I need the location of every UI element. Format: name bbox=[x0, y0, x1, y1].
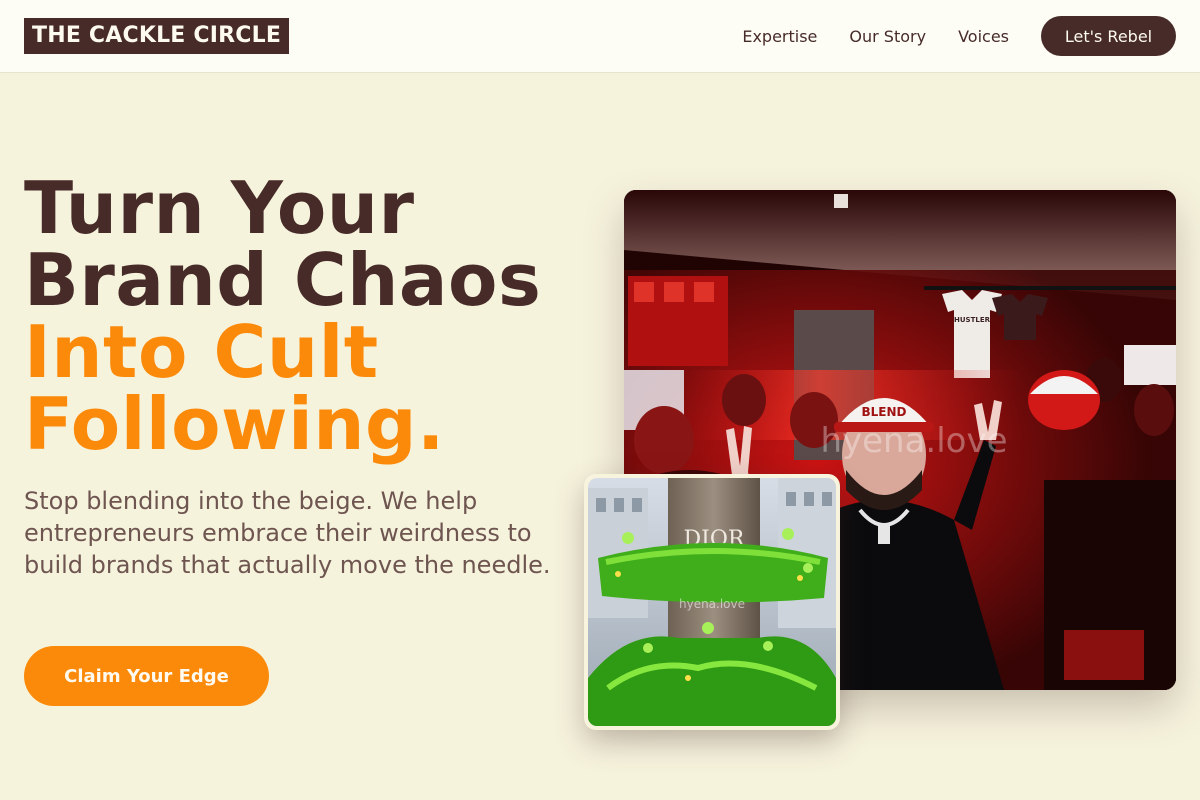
claim-your-edge-button[interactable]: Claim Your Edge bbox=[24, 646, 269, 706]
hero-title-accent-line-1: Into Cult bbox=[24, 310, 379, 394]
hero-title-line-1: Turn Your bbox=[24, 166, 415, 250]
nav-link-our-story[interactable]: Our Story bbox=[849, 27, 926, 46]
site-header: THE CACKLE CIRCLE Expertise Our Story Vo… bbox=[0, 0, 1200, 73]
hero-title-line-2: Brand Chaos bbox=[24, 238, 542, 322]
main-nav: Expertise Our Story Voices Let's Rebel bbox=[742, 0, 1176, 72]
shirt-print-text: HUSTLER bbox=[954, 316, 991, 324]
small-photo-watermark: hyena.love bbox=[679, 597, 745, 611]
lets-rebel-button[interactable]: Let's Rebel bbox=[1041, 16, 1176, 56]
nav-link-voices[interactable]: Voices bbox=[958, 27, 1009, 46]
main-photo-watermark: hyena.love bbox=[820, 421, 1007, 461]
moss-tree-illustration: DIOR hyena.love bbox=[588, 478, 836, 726]
moss-tree-frame: DIOR hyena.love bbox=[588, 478, 836, 726]
site-logo[interactable]: THE CACKLE CIRCLE bbox=[24, 18, 290, 54]
nav-link-expertise[interactable]: Expertise bbox=[742, 27, 817, 46]
hero-title: Turn Your Brand Chaos Into Cult Followin… bbox=[24, 172, 584, 460]
hero-subtitle: Stop blending into the beige. We help en… bbox=[24, 487, 551, 579]
cap-print-text: BLEND bbox=[862, 405, 907, 419]
hero-title-accent-line-2: Following. bbox=[24, 382, 445, 466]
hero-photo-moss-tree: DIOR hyena.love bbox=[584, 474, 840, 730]
